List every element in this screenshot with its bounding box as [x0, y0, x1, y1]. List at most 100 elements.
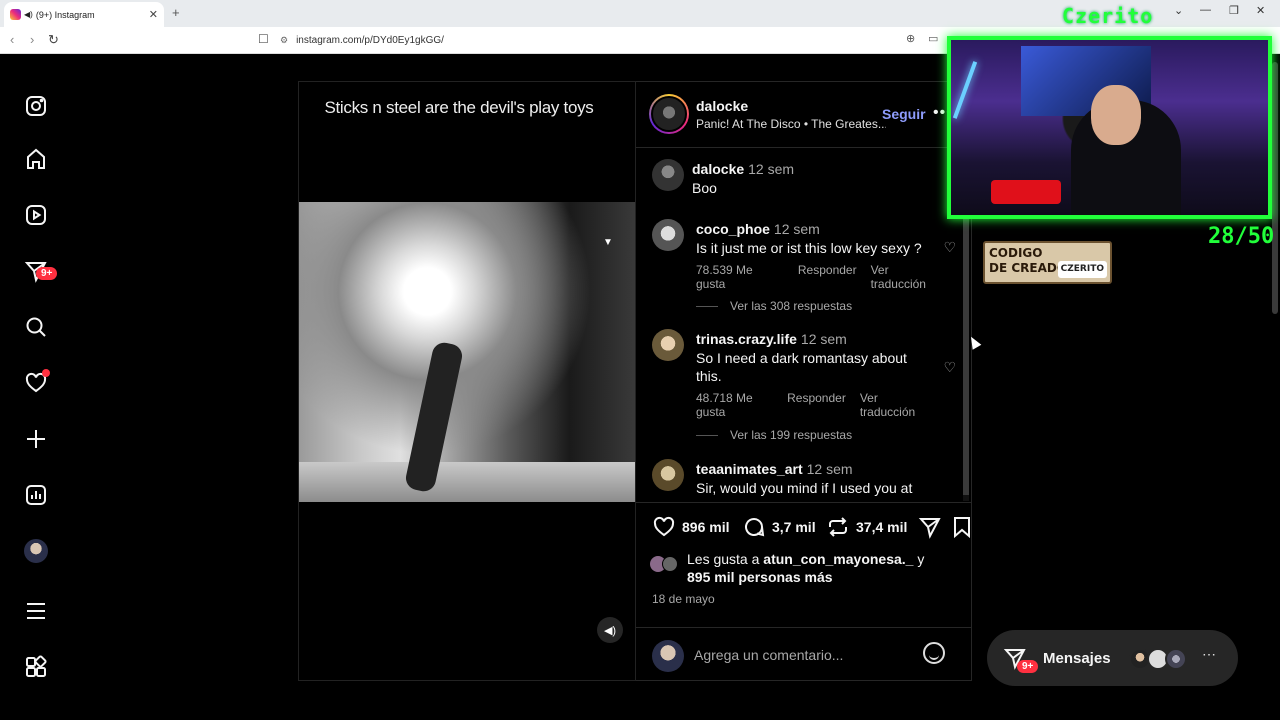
post-date[interactable]: 18 de mayo	[652, 592, 715, 606]
divider	[696, 434, 718, 436]
view-replies-button[interactable]: Ver las 308 respuestas	[696, 299, 852, 313]
translate-button[interactable]: Ver traducción	[860, 391, 926, 419]
close-window-icon[interactable]: ✕	[1256, 4, 1265, 17]
url-field[interactable]: ⚙ instagram.com/p/DYd0Ey1gkGG/	[280, 31, 950, 50]
save-button[interactable]	[950, 515, 980, 539]
liked-by-avatars[interactable]	[650, 556, 680, 574]
comment-text: Boo	[692, 180, 717, 196]
comment-button[interactable]: 3,7 mil	[742, 515, 816, 539]
avatar[interactable]	[652, 219, 684, 251]
messages-button[interactable]: 9+ Mensajes ⋯	[987, 630, 1238, 686]
view-replies-button[interactable]: Ver las 199 respuestas	[696, 428, 852, 442]
comment-text: Sir, would you mind if I used you at	[696, 480, 913, 496]
reels-icon[interactable]	[22, 201, 50, 229]
sidebar: 9+	[0, 54, 72, 720]
post-video[interactable]: Sticks n steel are the devil's play toys…	[298, 81, 636, 681]
comment-username[interactable]: trinas.crazy.life	[696, 331, 797, 347]
comment-time: 12 sem	[806, 461, 853, 477]
comment-text: So I need a dark romantasy about this.	[696, 350, 907, 384]
emoji-icon[interactable]	[923, 642, 945, 664]
translate-button[interactable]: Ver traducción	[871, 263, 946, 291]
like-comment-heart-icon[interactable]: ♡	[943, 359, 956, 376]
menu-icon[interactable]	[22, 597, 50, 625]
chevron-down-icon[interactable]: ⌄	[1174, 4, 1183, 17]
volume-icon[interactable]: ◀)	[597, 617, 623, 643]
site-info-icon[interactable]: ⚙	[280, 35, 288, 46]
reload-icon[interactable]: ↻	[48, 32, 59, 48]
browser-tab[interactable]: ◀) (9+) Instagram ✕	[4, 2, 164, 27]
repost-count: 37,4 mil	[856, 519, 908, 535]
apps-grid-icon[interactable]	[22, 653, 50, 681]
bookmark-icon[interactable]: ☐	[258, 32, 269, 46]
author-username[interactable]: dalocke	[696, 98, 748, 114]
minimize-icon[interactable]: —	[1200, 4, 1211, 16]
dashboard-icon[interactable]	[22, 481, 50, 509]
repost-button[interactable]: 37,4 mil	[826, 515, 907, 539]
home-icon[interactable]	[22, 145, 50, 173]
liked-by-others[interactable]: 895 mil personas más	[687, 569, 833, 585]
audio-track[interactable]: Panic! At The Disco • The Greates...	[696, 117, 886, 131]
notifications-heart-icon[interactable]	[22, 369, 50, 397]
close-tab-icon[interactable]: ✕	[149, 8, 158, 21]
comment-likes[interactable]: 48.718 Me gusta	[696, 391, 773, 419]
create-plus-icon[interactable]	[22, 425, 50, 453]
creator-code-badge: CODIGO DE CREADOR CZERITO	[983, 241, 1112, 284]
comment-time: 12 sem	[773, 221, 820, 237]
add-comment-bar	[636, 627, 971, 681]
cast-icon[interactable]: ▭	[928, 32, 938, 45]
notification-dot	[42, 369, 50, 377]
follow-button[interactable]: Seguir	[882, 106, 926, 122]
zoom-icon[interactable]: ⊕	[906, 32, 915, 45]
webcam-overlay	[947, 36, 1272, 219]
stream-title: Czerito	[1062, 4, 1154, 28]
restore-icon[interactable]: ❐	[1229, 4, 1239, 17]
like-count: 896 mil	[682, 519, 730, 535]
neon-light	[952, 61, 978, 119]
video-caption-overlay: Sticks n steel are the devil's play toys	[324, 98, 594, 117]
reply-button[interactable]: Responder	[798, 263, 857, 291]
share-button[interactable]	[918, 515, 948, 539]
comments-list: dalocke 12 sem Boo coco_phoe 12 sem Is it …	[636, 149, 971, 501]
video-floor	[299, 462, 635, 502]
forward-icon[interactable]: ›	[30, 32, 34, 47]
avatar	[1165, 648, 1187, 670]
comment-time: 12 sem	[748, 161, 795, 177]
search-icon[interactable]	[22, 313, 50, 341]
post-header: dalocke Panic! At The Disco • The Greate…	[636, 82, 971, 148]
liked-by-user[interactable]: atun_con_mayonesa._	[763, 551, 913, 567]
instagram-favicon-icon	[10, 9, 21, 20]
comment-likes[interactable]: 78.539 Me gusta	[696, 263, 784, 291]
repost-icon	[829, 517, 847, 537]
comment-username[interactable]: dalocke	[692, 161, 744, 177]
direct-messages-icon[interactable]: 9+	[22, 257, 58, 285]
back-icon[interactable]: ‹	[10, 32, 14, 47]
avatar[interactable]	[652, 159, 684, 191]
tab-title: (9+) Instagram	[35, 9, 95, 20]
comment-icon	[745, 518, 765, 537]
comment-time: 12 sem	[800, 331, 847, 347]
reply-button[interactable]: Responder	[787, 391, 846, 419]
comment-username[interactable]: coco_phoe	[696, 221, 770, 237]
comment-input[interactable]	[694, 644, 914, 666]
url-text: instagram.com/p/DYd0Ey1gkGG/	[296, 35, 444, 46]
avatar[interactable]	[652, 459, 684, 491]
streamer-face	[1091, 85, 1141, 145]
comment-username[interactable]: teaanimates_art	[696, 461, 803, 477]
avatar	[652, 640, 684, 672]
video-frame	[299, 202, 635, 500]
new-tab-icon[interactable]: +	[172, 5, 180, 20]
avatar	[24, 539, 48, 563]
more-icon[interactable]: ⋯	[1202, 646, 1216, 663]
like-button[interactable]: 896 mil	[652, 515, 729, 539]
view-replies-label: Ver las 199 respuestas	[730, 428, 853, 442]
instagram-logo-icon[interactable]	[22, 92, 50, 120]
avatar[interactable]	[652, 329, 684, 361]
messages-badge: 9+	[36, 267, 58, 280]
profile-avatar[interactable]	[22, 537, 50, 565]
speaker-icon[interactable]: ◀)	[24, 10, 33, 19]
goal-counter: 28/50	[1208, 224, 1275, 249]
comment-count: 3,7 mil	[772, 519, 816, 535]
author-avatar[interactable]	[649, 94, 689, 134]
like-comment-heart-icon[interactable]: ♡	[943, 239, 956, 256]
microphone	[991, 180, 1061, 204]
